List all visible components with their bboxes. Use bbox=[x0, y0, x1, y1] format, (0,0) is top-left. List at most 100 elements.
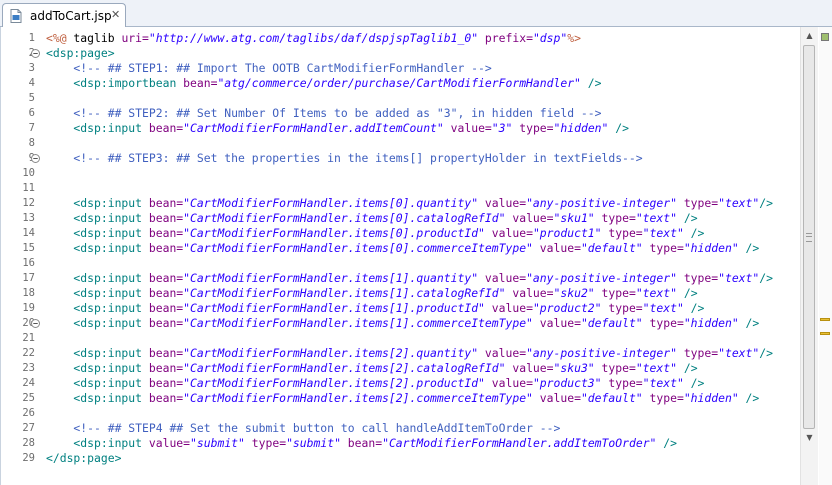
code-token: value= bbox=[484, 271, 527, 285]
code-line[interactable]: 14 <dsp:input bean="CartModifierFormHand… bbox=[1, 226, 801, 241]
file-tab[interactable]: addToCart.jsp ✕ bbox=[2, 3, 126, 28]
code-line[interactable]: 19 <dsp:input bean="CartModifierFormHand… bbox=[1, 301, 801, 316]
line-number: 24 bbox=[22, 377, 35, 389]
code-line[interactable]: 17 <dsp:input bean="CartModifierFormHand… bbox=[1, 271, 801, 286]
close-icon[interactable]: ✕ bbox=[111, 8, 120, 21]
line-number: 17 bbox=[22, 272, 35, 284]
vertical-scrollbar[interactable]: ▲ ▼ bbox=[800, 27, 818, 485]
scroll-down-arrow-icon[interactable]: ▼ bbox=[801, 431, 818, 445]
code-line[interactable]: 22 <dsp:input bean="CartModifierFormHand… bbox=[1, 346, 801, 361]
line-number: 14 bbox=[22, 227, 35, 239]
editor-tab-bar: addToCart.jsp ✕ bbox=[0, 0, 832, 28]
code-token: <dsp:input bbox=[46, 361, 149, 375]
code-token: "atg/commerce/order/purchase/CartModifie… bbox=[217, 76, 581, 90]
code-token: "hidden" bbox=[683, 316, 739, 330]
code-line[interactable]: 29 </dsp:page> bbox=[1, 451, 801, 466]
code-line[interactable]: 1 <%@ taglib uri="http://www.atg.com/tagl… bbox=[1, 31, 801, 46]
code-text: <dsp:input bean="CartModifierFormHandler… bbox=[46, 286, 697, 301]
code-token: <!-- ## STEP3: ## Set the properties in … bbox=[46, 151, 643, 165]
fold-collapse-icon[interactable] bbox=[31, 319, 40, 328]
code-token: "CartModifierFormHandler.items[2].commer… bbox=[183, 391, 533, 405]
code-token: /> bbox=[683, 376, 705, 390]
code-token: type= bbox=[683, 346, 719, 360]
code-token: type= bbox=[649, 316, 684, 330]
code-line[interactable]: 25 <dsp:input bean="CartModifierFormHand… bbox=[1, 391, 801, 406]
code-token: value= bbox=[512, 361, 554, 375]
code-line[interactable]: 8 bbox=[1, 136, 801, 151]
code-token: <dsp:input bbox=[46, 316, 149, 330]
code-token: "submit" bbox=[190, 436, 245, 450]
code-token: type= bbox=[649, 391, 684, 405]
code-line[interactable]: 9 <!-- ## STEP3: ## Set the properties i… bbox=[1, 151, 801, 166]
code-line[interactable]: 18 <dsp:input bean="CartModifierFormHand… bbox=[1, 286, 801, 301]
code-line[interactable]: 11 bbox=[1, 181, 801, 196]
code-token: value= bbox=[484, 346, 527, 360]
code-token: <dsp:input bbox=[46, 301, 149, 315]
scroll-up-arrow-icon[interactable]: ▲ bbox=[801, 29, 818, 43]
warning-marker[interactable] bbox=[820, 332, 830, 335]
code-line[interactable]: 26 bbox=[1, 406, 801, 421]
code-line[interactable]: 13 <dsp:input bean="CartModifierFormHand… bbox=[1, 211, 801, 226]
code-line[interactable]: 2<dsp:page> bbox=[1, 46, 801, 61]
code-token: </dsp:page> bbox=[46, 451, 122, 465]
code-line[interactable]: 10 bbox=[1, 166, 801, 181]
line-number: 22 bbox=[22, 347, 35, 359]
code-token: bean= bbox=[148, 241, 184, 255]
code-line[interactable]: 20 <dsp:input bean="CartModifierFormHand… bbox=[1, 316, 801, 331]
code-token: "CartModifierFormHandler.items[1].quanti… bbox=[183, 271, 479, 285]
code-line[interactable]: 15 <dsp:input bean="CartModifierFormHand… bbox=[1, 241, 801, 256]
code-line[interactable]: 5 bbox=[1, 91, 801, 106]
code-editor[interactable]: 1 <%@ taglib uri="http://www.atg.com/tagl… bbox=[0, 27, 832, 485]
line-number: 8 bbox=[28, 137, 35, 149]
line-number: 23 bbox=[22, 362, 35, 374]
code-token: "CartModifierFormHandler.items[1].produc… bbox=[183, 301, 485, 315]
overview-ruler[interactable] bbox=[819, 27, 832, 485]
line-number: 28 bbox=[22, 437, 35, 449]
code-line[interactable]: 7 <dsp:input bean="CartModifierFormHandl… bbox=[1, 121, 801, 136]
fold-collapse-icon[interactable] bbox=[31, 154, 40, 163]
code-token: <dsp:input bbox=[46, 211, 149, 225]
code-line[interactable]: 28 <dsp:input value="submit" type="submi… bbox=[1, 436, 801, 451]
code-line[interactable]: 24 <dsp:input bean="CartModifierFormHand… bbox=[1, 376, 801, 391]
code-token: bean= bbox=[148, 301, 184, 315]
code-token: "hidden" bbox=[683, 391, 739, 405]
code-token: <dsp:importbean bbox=[46, 76, 184, 90]
code-line[interactable]: 4 <dsp:importbean bean="atg/commerce/ord… bbox=[1, 76, 801, 91]
code-token: "text" bbox=[642, 226, 684, 240]
code-line[interactable]: 27 <!-- ## STEP4 ## Set the submit butto… bbox=[1, 421, 801, 436]
code-line[interactable]: 21 bbox=[1, 331, 801, 346]
code-text: <!-- ## STEP2: ## Set Number Of Items to… bbox=[46, 106, 601, 121]
code-token: taglib bbox=[66, 31, 122, 45]
code-text: <dsp:input bean="CartModifierFormHandler… bbox=[46, 346, 773, 361]
code-text: <dsp:input bean="CartModifierFormHandler… bbox=[46, 361, 697, 376]
code-token: "CartModifierFormHandler.items[0].commer… bbox=[183, 241, 533, 255]
line-number: 6 bbox=[28, 107, 35, 119]
code-token: "CartModifierFormHandler.items[0].catalo… bbox=[183, 211, 506, 225]
code-token: "CartModifierFormHandler.items[1].catalo… bbox=[183, 286, 506, 300]
code-line[interactable]: 6 <!-- ## STEP2: ## Set Number Of Items … bbox=[1, 106, 801, 121]
code-line[interactable]: 12 <dsp:input bean="CartModifierFormHand… bbox=[1, 196, 801, 211]
fold-collapse-icon[interactable] bbox=[31, 49, 40, 58]
warning-marker[interactable] bbox=[820, 318, 830, 321]
code-token: "text" bbox=[718, 196, 760, 210]
scrollbar-thumb[interactable] bbox=[803, 45, 815, 429]
code-token: bean= bbox=[148, 211, 184, 225]
code-token: bean= bbox=[148, 376, 184, 390]
code-token: value= bbox=[539, 391, 581, 405]
code-line[interactable]: 3 <!-- ## STEP1: ## Import The OOTB Cart… bbox=[1, 61, 801, 76]
code-token: "CartModifierFormHandler.items[1].commer… bbox=[183, 316, 533, 330]
code-token: "text" bbox=[718, 271, 760, 285]
code-token: <dsp:input bbox=[46, 436, 149, 450]
code-line[interactable]: 23 <dsp:input bean="CartModifierFormHand… bbox=[1, 361, 801, 376]
code-text: <dsp:input bean="CartModifierFormHandler… bbox=[46, 376, 704, 391]
code-token: type= bbox=[608, 301, 643, 315]
code-token: /> bbox=[676, 211, 698, 225]
code-line[interactable]: 16 bbox=[1, 256, 801, 271]
code-token: value= bbox=[539, 316, 581, 330]
code-token: "text" bbox=[642, 301, 684, 315]
code-token: "submit" bbox=[286, 436, 341, 450]
code-token: type= bbox=[608, 376, 643, 390]
code-token: <dsp:input bbox=[46, 391, 149, 405]
